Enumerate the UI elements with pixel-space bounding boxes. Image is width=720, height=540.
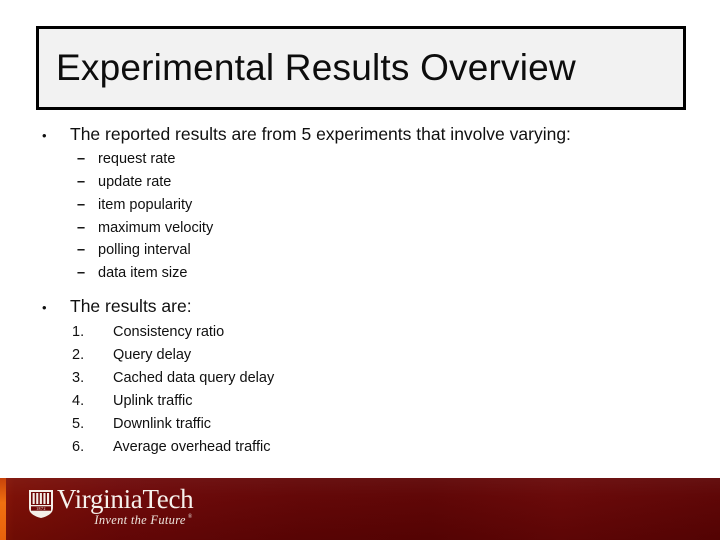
- vt-shield-icon: 1872: [29, 490, 53, 518]
- logo-wordmark: VirginiaTech Invent the Future ®: [57, 484, 194, 528]
- list-item-number: 4.: [72, 393, 85, 410]
- sublist-varying-parameters: – request rate – update rate – item popu…: [0, 148, 720, 285]
- list-item: – maximum velocity: [0, 217, 720, 240]
- footer-accent-stripe: [0, 478, 6, 540]
- list-item: 3. Cached data query delay: [0, 367, 720, 390]
- list-item-label: request rate: [98, 150, 176, 167]
- list-item: – item popularity: [0, 194, 720, 217]
- list-item: – request rate: [0, 148, 720, 171]
- svg-text:1872: 1872: [36, 507, 46, 511]
- bullet-dot-icon: •: [42, 300, 47, 316]
- numbered-list-results: 1. Consistency ratio 2. Query delay 3. C…: [0, 321, 720, 459]
- dash-icon: –: [77, 173, 86, 190]
- slide-footer: 1872 VirginiaTech Invent the Future ®: [0, 478, 720, 540]
- list-item: – data item size: [0, 262, 720, 285]
- list-item-label: Consistency ratio: [113, 324, 225, 341]
- virginia-tech-logo: 1872 VirginiaTech Invent the Future ®: [28, 484, 194, 528]
- list-item-number: 1.: [72, 324, 85, 341]
- list-item-label: Uplink traffic: [113, 393, 193, 410]
- list-item: 1. Consistency ratio: [0, 321, 720, 344]
- list-item-label: data item size: [98, 265, 188, 282]
- logo-tagline-text: Invent the Future: [94, 512, 186, 527]
- list-item: 5. Downlink traffic: [0, 413, 720, 436]
- list-item: – update rate: [0, 171, 720, 194]
- list-item-number: 5.: [72, 416, 85, 433]
- list-item-label: Query delay: [113, 347, 192, 364]
- list-item-label: Average overhead traffic: [113, 439, 271, 456]
- dash-icon: –: [77, 265, 86, 282]
- logo-tagline-row: Invent the Future ®: [57, 513, 193, 528]
- list-item-label: Cached data query delay: [113, 370, 275, 387]
- logo-name-text: VirginiaTech: [57, 484, 194, 514]
- page-title: Experimental Results Overview: [56, 47, 576, 88]
- list-item-label: polling interval: [98, 242, 191, 259]
- registered-trademark-icon: ®: [187, 513, 193, 520]
- list-item: 4. Uplink traffic: [0, 390, 720, 413]
- list-item-label: Downlink traffic: [113, 416, 212, 433]
- bullet-item-2: • The results are:: [0, 294, 720, 319]
- list-item-label: update rate: [98, 173, 172, 190]
- slide-body: • The reported results are from 5 experi…: [0, 122, 720, 474]
- dash-icon: –: [77, 150, 86, 167]
- list-item-number: 2.: [72, 347, 85, 364]
- list-item-number: 6.: [72, 439, 85, 456]
- list-item: 6. Average overhead traffic: [0, 436, 720, 459]
- dash-icon: –: [77, 196, 86, 213]
- slide-canvas: Experimental Results Overview • The repo…: [0, 0, 720, 540]
- dash-icon: –: [77, 242, 86, 259]
- dash-icon: –: [77, 219, 86, 236]
- list-item: 2. Query delay: [0, 344, 720, 367]
- bullet-label-2: The results are:: [70, 296, 192, 317]
- list-item: – polling interval: [0, 239, 720, 262]
- list-item-label: maximum velocity: [98, 219, 214, 236]
- list-item-label: item popularity: [98, 196, 193, 213]
- list-item-number: 3.: [72, 370, 85, 387]
- bullet-label-1: The reported results are from 5 experime…: [70, 124, 571, 144]
- bullet-dot-icon: •: [42, 128, 47, 143]
- bullet-item-1: • The reported results are from 5 experi…: [0, 122, 720, 147]
- slide-title-box: Experimental Results Overview: [36, 26, 686, 110]
